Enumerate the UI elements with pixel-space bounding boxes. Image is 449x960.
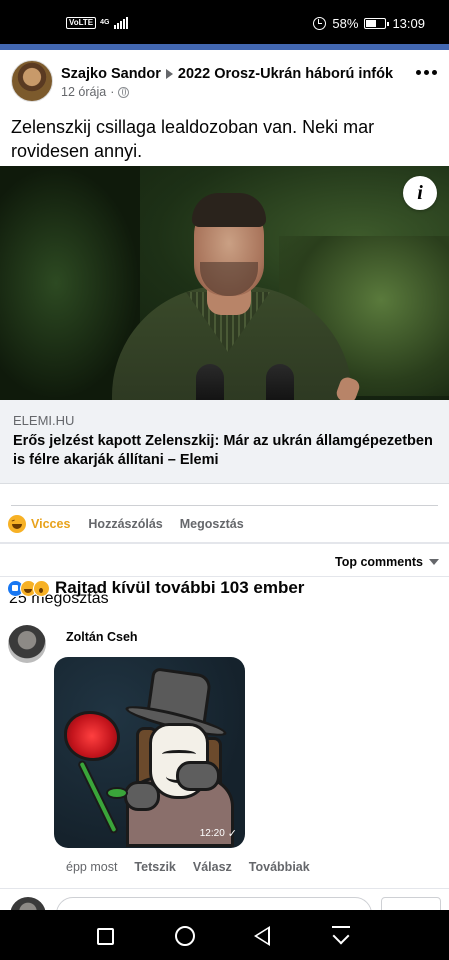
signal-area: VoLTE 4G bbox=[66, 17, 128, 29]
divider bbox=[0, 576, 449, 577]
post-header-title: Szajko Sandor 2022 Orosz-Ukrán háború in… bbox=[61, 66, 393, 82]
battery-fill bbox=[366, 20, 377, 27]
globe-icon bbox=[118, 86, 130, 98]
link-title: Erős jelzést kapott Zelenszkij: Már az u… bbox=[13, 433, 433, 468]
comment-sort-dropdown[interactable]: Top comments bbox=[335, 555, 439, 569]
post-actions: Vicces Hozzászólás Megosztás bbox=[8, 514, 244, 534]
back-icon[interactable] bbox=[254, 926, 270, 946]
divider bbox=[0, 888, 449, 889]
link-preview[interactable]: ELEMI.HU Erős jelzést kapott Zelenszkij:… bbox=[0, 400, 449, 484]
commenter-name[interactable]: Zoltán Cseh bbox=[66, 630, 138, 644]
notification-pulldown-icon[interactable] bbox=[332, 926, 350, 946]
divider bbox=[11, 505, 438, 506]
rose-icon bbox=[64, 711, 120, 761]
author-name[interactable]: Szajko Sandor bbox=[61, 66, 161, 82]
volte-badge: VoLTE bbox=[66, 17, 97, 29]
status-bar: VoLTE 4G 58% 13:09 bbox=[0, 0, 449, 46]
divider bbox=[0, 542, 449, 544]
author-avatar[interactable] bbox=[11, 60, 53, 102]
microphone-icon bbox=[196, 364, 224, 404]
haha-reaction-icon bbox=[8, 515, 26, 533]
comment-button[interactable]: Hozzászólás bbox=[88, 517, 162, 531]
info-icon[interactable]: i bbox=[403, 176, 437, 210]
comment-sort-label: Top comments bbox=[335, 555, 423, 569]
chevron-down-icon bbox=[429, 559, 439, 565]
link-domain: ELEMI.HU bbox=[13, 413, 75, 428]
more-options-icon[interactable] bbox=[416, 70, 437, 75]
recent-apps-icon[interactable] bbox=[97, 928, 114, 945]
commenter-avatar[interactable] bbox=[8, 625, 46, 663]
reaction-summary[interactable]: Rajtad kívül további 103 ember bbox=[7, 578, 304, 598]
arrow-right-icon bbox=[165, 69, 173, 79]
like-button[interactable]: Tetszik bbox=[134, 860, 175, 874]
signal-icon bbox=[113, 17, 128, 29]
system-nav-bar bbox=[0, 910, 449, 960]
comment-actions: épp most Tetszik Válasz Továbbiak bbox=[66, 860, 310, 874]
check-icon: ✓ bbox=[227, 828, 237, 840]
network-type: 4G bbox=[100, 19, 110, 26]
comment-sticker[interactable]: 12:20 ✓ bbox=[54, 657, 245, 848]
more-button[interactable]: Továbbiak bbox=[249, 860, 310, 874]
comment-time: épp most bbox=[66, 860, 118, 874]
microphone-icon bbox=[266, 364, 294, 404]
battery-percent: 58% bbox=[332, 16, 359, 31]
status-right: 58% 13:09 bbox=[313, 16, 425, 31]
post-meta: 12 órája · bbox=[61, 85, 130, 99]
clock: 13:09 bbox=[392, 16, 425, 31]
home-icon[interactable] bbox=[175, 926, 195, 946]
top-accent-bar bbox=[0, 44, 449, 50]
group-name[interactable]: 2022 Orosz-Ukrán háború infók bbox=[178, 66, 393, 82]
battery-icon bbox=[364, 18, 390, 29]
reaction-button[interactable]: Vicces bbox=[31, 517, 70, 531]
wow-reaction-icon bbox=[33, 579, 50, 597]
reply-button[interactable]: Válasz bbox=[193, 860, 232, 874]
post-time[interactable]: 12 órája bbox=[61, 85, 106, 99]
post-text: Zelenszkij csillaga lealdozoban van. Nek… bbox=[11, 117, 375, 161]
reaction-summary-text: Rajtad kívül további 103 ember bbox=[55, 578, 305, 597]
alarm-icon bbox=[313, 17, 327, 30]
sticker-timestamp: 12:20 ✓ bbox=[199, 828, 237, 840]
share-button[interactable]: Megosztás bbox=[180, 517, 244, 531]
